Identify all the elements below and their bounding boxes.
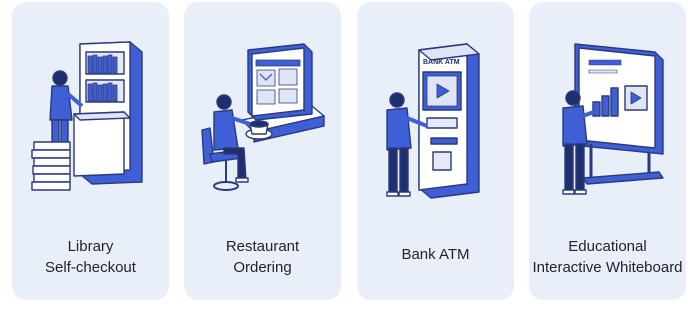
card-bank-atm: BANK ATM Bank ATM — [357, 2, 514, 300]
restaurant-ordering-illustration — [201, 43, 325, 191]
card-caption: Educational Interactive Whiteboard — [529, 236, 686, 278]
caption-line-1: Educational — [568, 238, 647, 255]
caption-line-2: Self-checkout — [45, 259, 136, 276]
atm-screen-label: BANK ATM — [423, 59, 460, 66]
card-restaurant-ordering: Restaurant Ordering — [184, 2, 341, 300]
card-caption: Bank ATM — [357, 244, 514, 265]
caption-line-2: Interactive Whiteboard — [532, 259, 683, 276]
library-self-checkout-illustration — [31, 41, 143, 191]
caption-line-1: Restaurant — [225, 238, 300, 255]
kiosk-use-cases: Library Self-checkout Restaurant Orderin… — [0, 0, 699, 310]
card-caption: Library Self-checkout — [12, 236, 169, 278]
interactive-whiteboard-illustration — [562, 43, 664, 195]
bank-atm-illustration: BANK ATM — [386, 43, 480, 199]
caption-line-1: Bank ATM — [401, 246, 470, 263]
card-library-self-checkout: Library Self-checkout — [12, 2, 169, 300]
card-caption: Restaurant Ordering — [184, 236, 341, 278]
caption-line-2: Ordering — [233, 259, 292, 276]
card-educational-whiteboard: Educational Interactive Whiteboard — [529, 2, 686, 300]
caption-line-1: Library — [67, 238, 114, 255]
